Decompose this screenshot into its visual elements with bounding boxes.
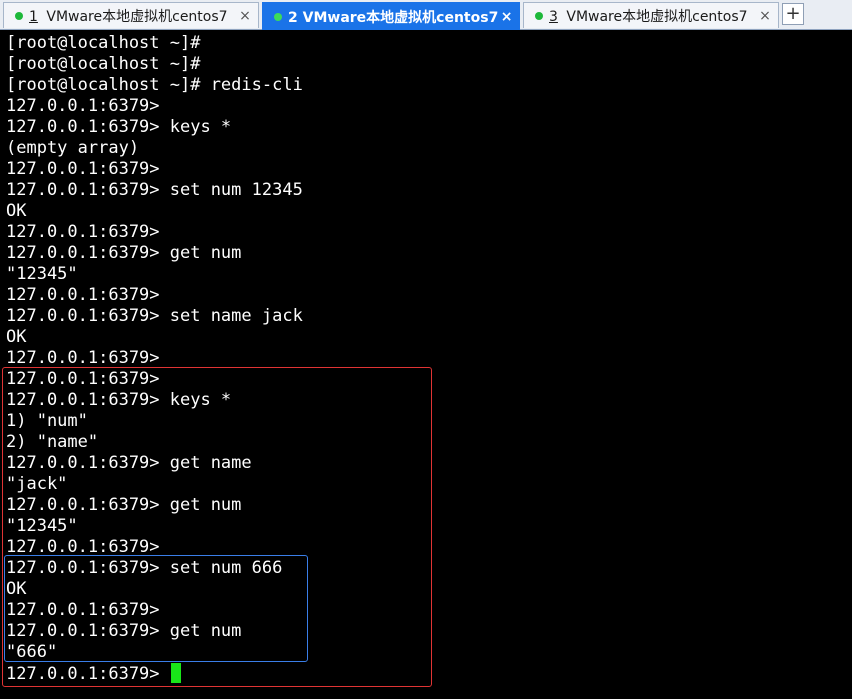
terminal-line-text: 127.0.0.1:6379> set num 12345 <box>6 180 303 200</box>
close-icon[interactable]: × <box>236 8 254 24</box>
new-tab-button[interactable]: + <box>782 3 804 25</box>
terminal-line: "12345" <box>6 264 78 285</box>
terminal-line-text: 127.0.0.1:6379> keys * <box>6 117 232 137</box>
terminal-line: 127.0.0.1:6379> keys * <box>6 117 231 138</box>
tab-session-3[interactable]: 3 VMware本地虚拟机centos7 × <box>523 2 779 28</box>
terminal-line-text: 127.0.0.1:6379> <box>6 96 160 116</box>
terminal-line: OK <box>6 327 26 348</box>
terminal-line: 127.0.0.1:6379> <box>6 285 160 306</box>
terminal-line: 127.0.0.1:6379> <box>6 348 160 369</box>
terminal-line: 127.0.0.1:6379> <box>6 222 160 243</box>
close-icon[interactable]: × <box>756 8 774 24</box>
terminal-line-text: 127.0.0.1:6379> get num <box>6 243 242 263</box>
terminal-line-text: [root@localhost ~]# <box>6 33 201 53</box>
connected-status-icon <box>535 11 543 20</box>
terminal-line-text: [root@localhost ~]# <box>6 54 201 74</box>
close-icon[interactable]: × <box>498 9 515 25</box>
terminal-line: 127.0.0.1:6379> <box>6 96 160 117</box>
terminal-line-text: OK <box>6 327 27 347</box>
terminal-line: 127.0.0.1:6379> set name jack <box>6 306 303 327</box>
terminal-line-text: 127.0.0.1:6379> <box>6 285 160 305</box>
tab-bar: 1 VMware本地虚拟机centos7 × 2 VMware本地虚拟机cent… <box>0 0 852 30</box>
terminal-line: OK <box>6 201 26 222</box>
tab-label: 3 VMware本地虚拟机centos7 <box>549 8 748 25</box>
terminal-line-text: OK <box>6 201 27 221</box>
terminal-line: [root@localhost ~]# redis-cli <box>6 75 303 96</box>
terminal-line-text: 127.0.0.1:6379> set name jack <box>6 306 303 326</box>
terminal-line-text: "12345" <box>6 264 78 284</box>
tab-session-2[interactable]: 2 VMware本地虚拟机centos7 × <box>262 2 520 30</box>
terminal-line-text: [root@localhost ~]# redis-cli <box>6 75 303 95</box>
terminal-line: 127.0.0.1:6379> get num <box>6 243 241 264</box>
terminal-line: [root@localhost ~]# <box>6 54 200 75</box>
terminal-line-text: 127.0.0.1:6379> <box>6 222 160 242</box>
terminal-line: 127.0.0.1:6379> set num 12345 <box>6 180 303 201</box>
terminal-line: (empty array) <box>6 138 139 159</box>
terminal-line-text: 127.0.0.1:6379> <box>6 159 160 179</box>
terminal-line-text: (empty array) <box>6 138 140 158</box>
terminal-line: [root@localhost ~]# <box>6 33 200 54</box>
highlight-box-blue <box>4 555 308 662</box>
connected-status-icon <box>15 11 23 20</box>
tab-label: 1 VMware本地虚拟机centos7 <box>29 8 228 25</box>
tab-label: 2 VMware本地虚拟机centos7 <box>288 9 499 26</box>
tab-session-1[interactable]: 1 VMware本地虚拟机centos7 × <box>3 2 259 28</box>
connected-status-icon <box>274 12 282 21</box>
terminal-line: 127.0.0.1:6379> <box>6 159 160 180</box>
terminal-line-text: 127.0.0.1:6379> <box>6 348 160 368</box>
